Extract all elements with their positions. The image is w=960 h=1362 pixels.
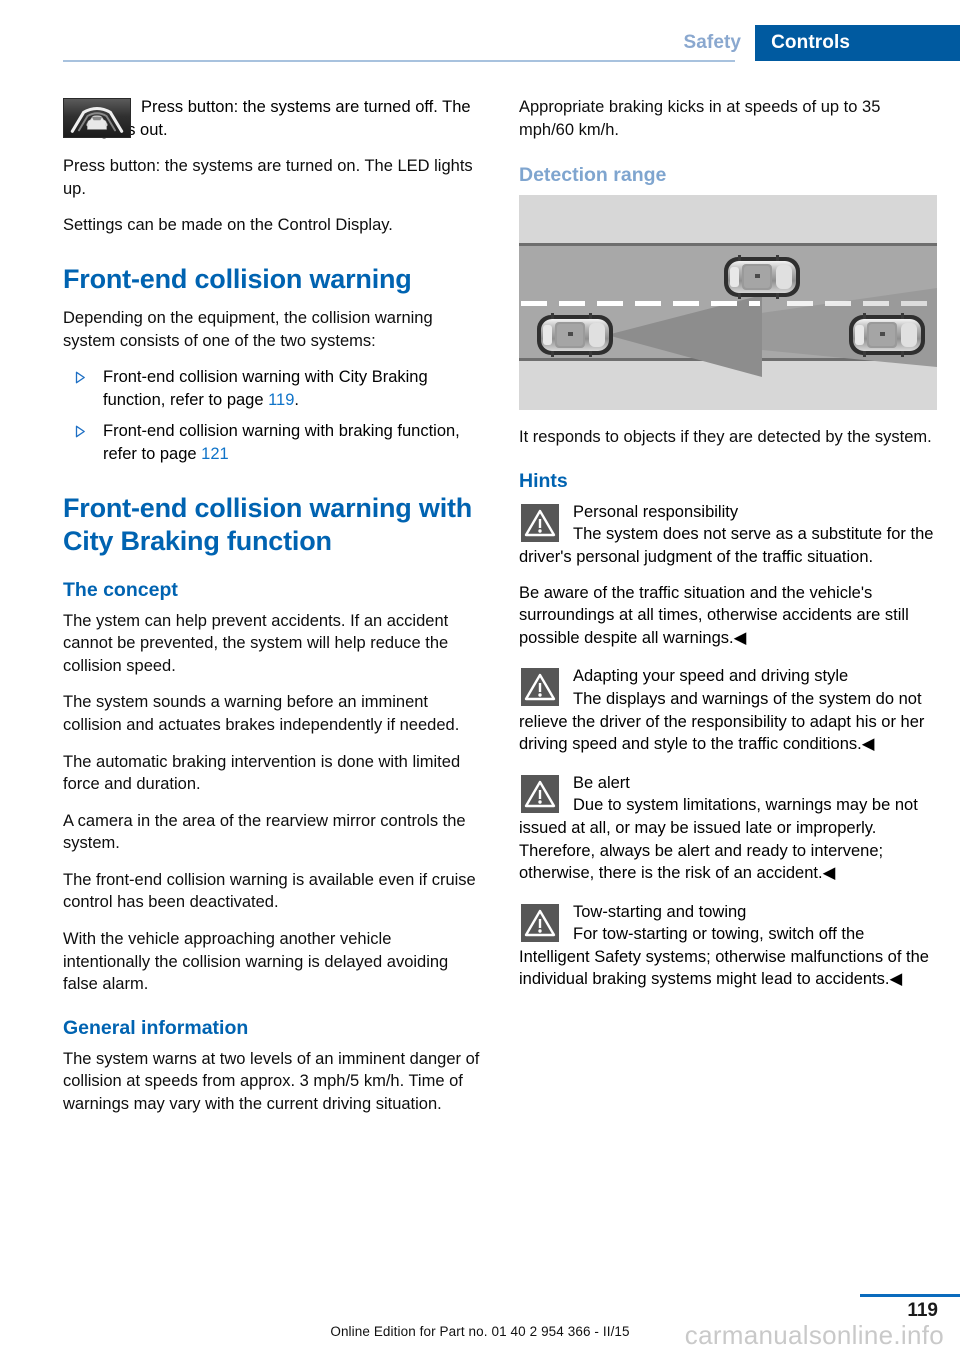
warning-body: The system does not serve as a substitut… [519,525,934,566]
list-item: Front-end collision warning with City Br… [63,366,481,411]
warning-title: Adapting your speed and driving style [573,667,849,686]
paragraph-general-information: The system warns at two levels of an imm… [63,1049,480,1114]
paragraph-concept-6: With the vehicle approaching another veh… [63,930,449,994]
warning-triangle-icon [521,903,559,942]
triangle-bullet-icon [67,425,85,438]
paragraph-concept-4: A camera in the area of the rearview mir… [63,811,466,853]
right-column: Appropriate braking kicks in at speeds o… [519,96,937,1130]
warning-title: Personal responsibility [573,502,739,521]
warning-title: Tow-starting and towing [573,902,747,921]
paragraph-depending: Depending on the equipment, the collisio… [63,308,433,350]
lane-departure-button-icon [63,98,131,138]
warning-title: Be alert [573,773,630,792]
bullet-text: Front-end collision warning with braking… [103,422,460,463]
header-tab-group: Safety Controls [683,25,960,61]
warning-body: The displays and warnings of the system … [519,689,925,754]
paragraph-concept-3: The automatic braking intervention is do… [63,752,461,794]
warning-block: Adapting your speed and driving style Th… [519,665,937,755]
warning-block: Personal responsibility The system does … [519,501,937,650]
heading-city-braking-function: Front-end collision warning with City Br… [63,492,473,556]
paragraph-responds-to-objects: It responds to objects if they are detec… [519,428,932,447]
left-column: Press button: the systems are turned off… [63,96,481,1130]
detection-range-illustration [519,195,937,411]
paragraph-appropriate-braking: Appropriate braking kicks in at speeds o… [519,98,881,139]
paragraph-concept-1: The ystem can help prevent accidents. If… [63,611,449,675]
paragraph-settings: Settings can be made on the Control Disp… [63,216,393,235]
heading-hints: Hints [519,469,568,492]
bullet-list: Front-end collision warning with City Br… [63,366,481,465]
heading-the-concept: The concept [63,578,178,601]
header-divider [63,60,735,62]
warning-triangle-icon [521,774,559,813]
heading-detection-range: Detection range [519,164,667,187]
button-icon-paragraph: Press button: the systems are turned off… [63,96,481,141]
page-reference-link[interactable]: 121 [201,445,229,463]
bullet-text-after: . [294,390,300,409]
bullet-text: Front-end collision warning with City Br… [103,368,428,409]
heading-general-information: General information [63,1016,249,1039]
paragraph-concept-5: The front-end collision warning is avail… [63,870,476,912]
watermark-text: carmanualsonline.info [684,1320,944,1350]
list-item: Front-end collision warning with braking… [63,420,481,465]
warning-triangle-icon [521,668,559,707]
warning-triangle-icon [521,503,559,542]
warning-block: Tow-starting and towing For tow-starting… [519,901,937,991]
page-content: Press button: the systems are turned off… [63,96,937,1130]
paragraph-concept-2: The system sounds a warning before an im… [63,693,460,734]
footer-divider [860,1294,960,1297]
warning-block: Be alert Due to system limitations, warn… [519,772,937,885]
page-number: 119 [907,1300,938,1321]
heading-front-end-collision-warning: Front-end collision warning [63,263,412,294]
warning-body: For tow-starting or towing, switch off t… [519,925,929,989]
tab-controls[interactable]: Controls [755,25,960,61]
page-footer: 119 Online Edition for Part no. 01 40 2 … [0,1272,960,1362]
triangle-bullet-icon [67,371,85,384]
page-header: Safety Controls [0,0,960,68]
page-reference-link[interactable]: 119 [268,391,294,409]
tab-safety[interactable]: Safety [683,25,756,61]
warning-body-continued: Be aware of the traffic situation and th… [519,583,909,647]
warning-body: Due to system limitations, warnings may … [519,796,918,883]
paragraph-led-on: Press button: the systems are turned on.… [63,157,473,198]
